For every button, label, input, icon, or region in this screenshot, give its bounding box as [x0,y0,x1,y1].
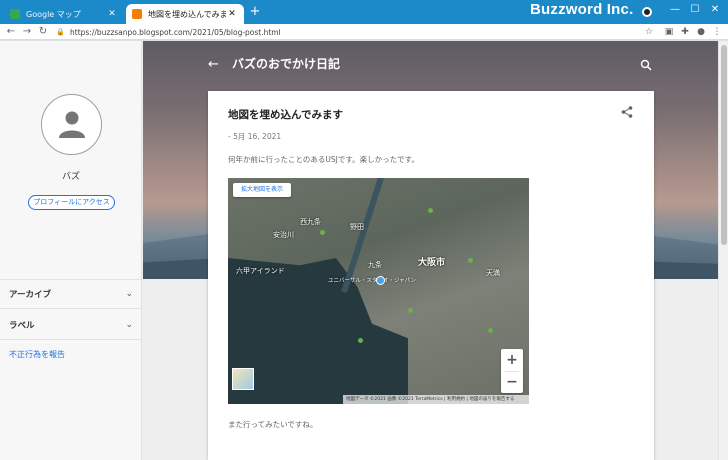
menu-icon[interactable]: ⋮ [710,25,724,39]
tab-google-maps[interactable]: Google マップ ✕ [4,4,124,24]
title-bar: Google マップ ✕ 地図を埋め込んでみます ✕ + Buzzword In… [0,0,728,24]
view-larger-map-button[interactable]: 拡大地図を表示 [233,183,291,197]
tab-blog-post[interactable]: 地図を埋め込んでみます ✕ [126,4,244,24]
map-label: 九条 [368,261,382,269]
map-attribution: 地図データ ©2021 画像 ©2021 TerraMetrics | 利用規約… [343,395,529,404]
tab-title: Google マップ [26,9,81,19]
lock-icon: 🔒 [56,28,65,36]
tab-close-icon[interactable]: ✕ [106,9,118,19]
post-date: - 5月 16, 2021 [228,132,282,141]
url-text: https://buzzsanpo.blogspot.com/2021/05/b… [70,27,281,37]
tab-close-icon[interactable]: ✕ [226,9,238,19]
puzzle-icon[interactable]: ✚ [678,25,692,39]
account-icon[interactable]: ● [694,25,708,39]
person-icon [59,111,85,138]
address-bar[interactable]: 🔒 https://buzzsanpo.blogspot.com/2021/05… [56,25,636,39]
location-pin-icon[interactable] [376,276,385,285]
profile-name: バズ [61,172,80,182]
google-maps-favicon-icon [10,9,20,19]
zoom-controls: + − [501,349,523,393]
page-scrollbar[interactable] [718,41,728,460]
minimize-icon[interactable]: — [666,2,684,18]
map-layer-thumbnail[interactable] [232,368,254,390]
post-title: 地図を埋め込んでみます [228,109,343,121]
sidebar-item-label: ラベル [9,320,35,331]
embedded-map[interactable]: 拡大地図を表示 西九条 安治川 野田 六甲アイランド 九条 大阪市 天満 ユニバ… [228,178,529,404]
search-icon[interactable] [640,59,652,71]
map-label: 天満 [486,269,500,277]
extension-icon[interactable]: ▣ [662,25,676,39]
sidebar-item-label: アーカイブ [9,290,51,300]
back-icon[interactable]: ← [4,25,18,39]
chevron-down-icon: ⌄ [125,289,133,299]
avatar[interactable] [41,94,102,155]
maximize-icon[interactable]: ☐ [686,2,704,18]
page-content: ← バズのおでかけ日記 バズ プロフィールにアクセス アーカイブ ⌄ ラベル ⌄… [0,41,728,460]
zoom-in-button[interactable]: + [501,349,523,371]
address-toolbar: ← → ↻ 🔒 https://buzzsanpo.blogspot.com/2… [0,24,728,40]
report-abuse-link[interactable]: 不正行為を報告 [9,349,65,360]
map-label: 大阪市 [418,258,446,268]
map-label: 六甲アイランド [236,267,285,275]
sidebar: バズ プロフィールにアクセス アーカイブ ⌄ ラベル ⌄ 不正行為を報告 [0,41,142,460]
post-card: 地図を埋め込んでみます - 5月 16, 2021 何年か前に行ったことのあるU… [208,91,654,460]
map-label: ユニバーサル・スタジオ・ジャパン [328,278,416,284]
sidebar-item-archive[interactable]: アーカイブ ⌄ [0,279,142,309]
back-arrow-icon[interactable]: ← [208,57,219,72]
map-label: 安治川 [273,231,294,239]
blogger-favicon-icon [132,9,142,19]
profile-icon[interactable] [642,7,652,17]
new-tab-icon[interactable]: + [248,5,262,19]
scrollbar-thumb[interactable] [721,45,727,245]
reload-icon[interactable]: ↻ [36,25,50,39]
blog-title[interactable]: バズのおでかけ日記 [232,55,340,72]
chevron-down-icon: ⌄ [125,319,133,330]
tab-title: 地図を埋め込んでみます [148,9,226,19]
bookmark-star-icon[interactable]: ☆ [642,25,656,39]
share-icon[interactable] [620,105,634,119]
close-window-icon[interactable]: ✕ [706,2,724,18]
map-label: 西九条 [300,218,321,226]
visit-profile-button[interactable]: プロフィールにアクセス [28,195,115,210]
post-paragraph: また行ってみたいですね。 [228,420,318,429]
map-label: 野田 [350,223,364,231]
post-paragraph: 何年か前に行ったことのあるUSJです。楽しかったです。 [228,155,419,164]
forward-icon[interactable]: → [20,25,34,39]
sidebar-item-labels[interactable]: ラベル ⌄ [0,310,142,340]
brand-watermark: Buzzword Inc. [530,1,634,18]
zoom-out-button[interactable]: − [501,372,523,393]
